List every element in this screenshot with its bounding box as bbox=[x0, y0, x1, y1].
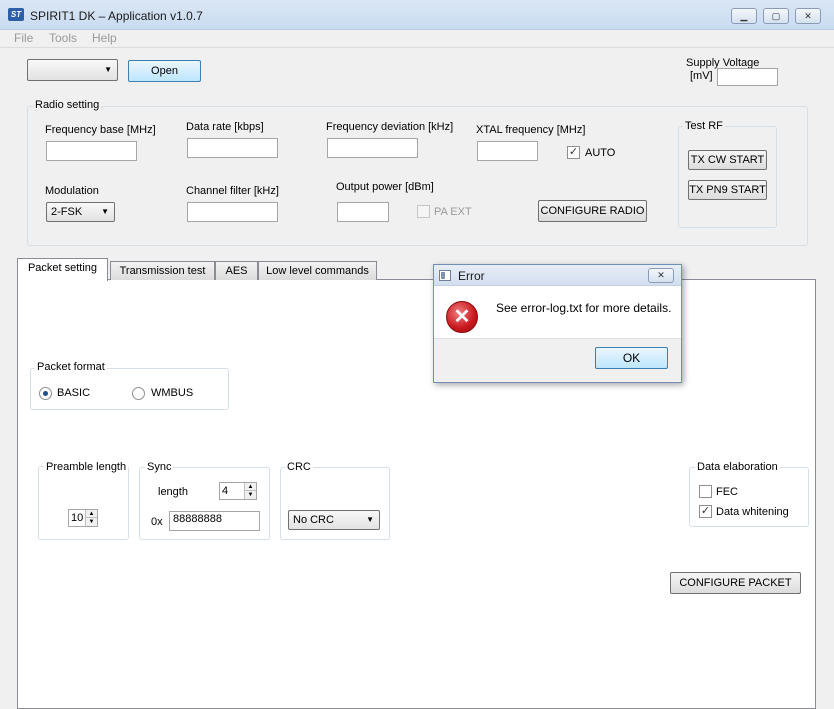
open-button[interactable]: Open bbox=[128, 60, 201, 82]
data-rate-label: Data rate [kbps] bbox=[186, 121, 264, 133]
auto-checkbox[interactable]: ✓ bbox=[567, 146, 580, 159]
configure-packet-button[interactable]: CONFIGURE PACKET bbox=[670, 572, 801, 594]
tab-low-level-commands[interactable]: Low level commands bbox=[258, 261, 377, 280]
preamble-length-stepper[interactable]: 10 ▲ ▼ bbox=[68, 509, 98, 527]
crc-value: No CRC bbox=[293, 514, 334, 526]
freq-base-field[interactable] bbox=[46, 141, 137, 161]
error-icon: ✕ bbox=[446, 301, 478, 333]
output-power-field[interactable] bbox=[337, 202, 389, 222]
error-dialog: Error ✕ ✕ See error-log.txt for more det… bbox=[433, 264, 682, 383]
packet-format-label: Packet format bbox=[35, 361, 107, 373]
tab-packet-setting[interactable]: Packet setting bbox=[17, 258, 108, 281]
xtal-label: XTAL frequency [MHz] bbox=[476, 124, 586, 136]
restore-icon[interactable]: ▢ bbox=[763, 8, 789, 24]
tx-cw-start-button[interactable]: TX CW START bbox=[688, 150, 767, 170]
test-rf-label: Test RF bbox=[683, 120, 725, 132]
auto-label: AUTO bbox=[585, 147, 616, 159]
channel-filter-field[interactable] bbox=[187, 202, 278, 222]
pa-ext-checkbox[interactable] bbox=[417, 205, 430, 218]
menu-bar bbox=[0, 30, 834, 48]
output-power-label: Output power [dBm] bbox=[336, 181, 434, 193]
channel-filter-label: Channel filter [kHz] bbox=[186, 185, 279, 197]
menu-help[interactable]: Help bbox=[92, 31, 117, 45]
sync-label: Sync bbox=[145, 461, 174, 473]
chevron-down-icon: ▼ bbox=[366, 515, 374, 524]
wmbus-radio[interactable] bbox=[132, 387, 145, 400]
minimize-icon[interactable]: ▁ bbox=[731, 8, 757, 24]
data-elaboration-label: Data elaboration bbox=[695, 461, 780, 473]
basic-label: BASIC bbox=[57, 387, 91, 399]
crc-label: CRC bbox=[285, 461, 313, 473]
freq-dev-label: Frequency deviation [kHz] bbox=[326, 121, 454, 133]
basic-radio[interactable] bbox=[39, 387, 52, 400]
chevron-down-icon: ▼ bbox=[104, 65, 112, 74]
crc-select[interactable]: No CRC ▼ bbox=[288, 510, 380, 530]
dialog-close-icon[interactable]: ✕ bbox=[648, 268, 674, 283]
tab-aes[interactable]: AES bbox=[215, 261, 258, 280]
tx-pn9-start-button[interactable]: TX PN9 START bbox=[688, 180, 767, 200]
data-whitening-label: Data whitening bbox=[716, 506, 789, 518]
sync-length-value: 4 bbox=[222, 485, 229, 497]
port-select[interactable]: ▼ bbox=[27, 59, 118, 81]
radio-setting-label: Radio setting bbox=[33, 99, 102, 111]
dialog-message: See error-log.txt for more details. bbox=[496, 301, 672, 315]
menu-file[interactable]: File bbox=[14, 31, 33, 45]
freq-dev-field[interactable] bbox=[327, 138, 418, 158]
modulation-value: 2-FSK bbox=[51, 206, 83, 218]
freq-base-label: Frequency base [MHz] bbox=[45, 124, 156, 136]
modulation-select[interactable]: 2-FSK ▼ bbox=[46, 202, 115, 222]
preamble-length-label: Preamble length bbox=[44, 461, 129, 473]
fec-checkbox[interactable] bbox=[699, 485, 712, 498]
supply-voltage-field[interactable] bbox=[717, 68, 778, 86]
spin-up-icon[interactable]: ▲ bbox=[244, 483, 256, 491]
spin-down-icon[interactable]: ▼ bbox=[85, 518, 97, 526]
xtal-field[interactable] bbox=[477, 141, 538, 161]
sync-length-label: length bbox=[158, 486, 188, 498]
data-rate-field[interactable] bbox=[187, 138, 278, 158]
sync-length-stepper[interactable]: 4 ▲ ▼ bbox=[219, 482, 257, 500]
modulation-label: Modulation bbox=[45, 185, 99, 197]
ok-button[interactable]: OK bbox=[595, 347, 668, 369]
dialog-window-icon bbox=[439, 270, 451, 281]
wmbus-label: WMBUS bbox=[151, 387, 194, 399]
chevron-down-icon: ▼ bbox=[101, 207, 109, 216]
fec-label: FEC bbox=[716, 486, 738, 498]
tab-transmission-test[interactable]: Transmission test bbox=[110, 261, 215, 280]
spin-up-icon[interactable]: ▲ bbox=[85, 510, 97, 518]
sync-word-field[interactable]: 88888888 bbox=[169, 511, 260, 531]
menu-tools[interactable]: Tools bbox=[49, 31, 77, 45]
test-rf-group bbox=[678, 126, 777, 228]
spin-down-icon[interactable]: ▼ bbox=[244, 491, 256, 499]
supply-voltage-unit: [mV] bbox=[690, 70, 713, 82]
preamble-group bbox=[38, 466, 129, 540]
sync-hex-prefix: 0x bbox=[151, 516, 163, 528]
dialog-title: Error bbox=[458, 269, 485, 283]
window-title: SPIRIT1 DK – Application v1.0.7 bbox=[30, 9, 203, 23]
data-whitening-checkbox[interactable]: ✓ bbox=[699, 505, 712, 518]
app-logo-icon: ST bbox=[8, 8, 24, 21]
close-icon[interactable]: ✕ bbox=[795, 8, 821, 24]
pa-ext-label: PA EXT bbox=[434, 206, 472, 218]
configure-radio-button[interactable]: CONFIGURE RADIO bbox=[538, 200, 647, 222]
preamble-length-value: 10 bbox=[71, 512, 84, 524]
